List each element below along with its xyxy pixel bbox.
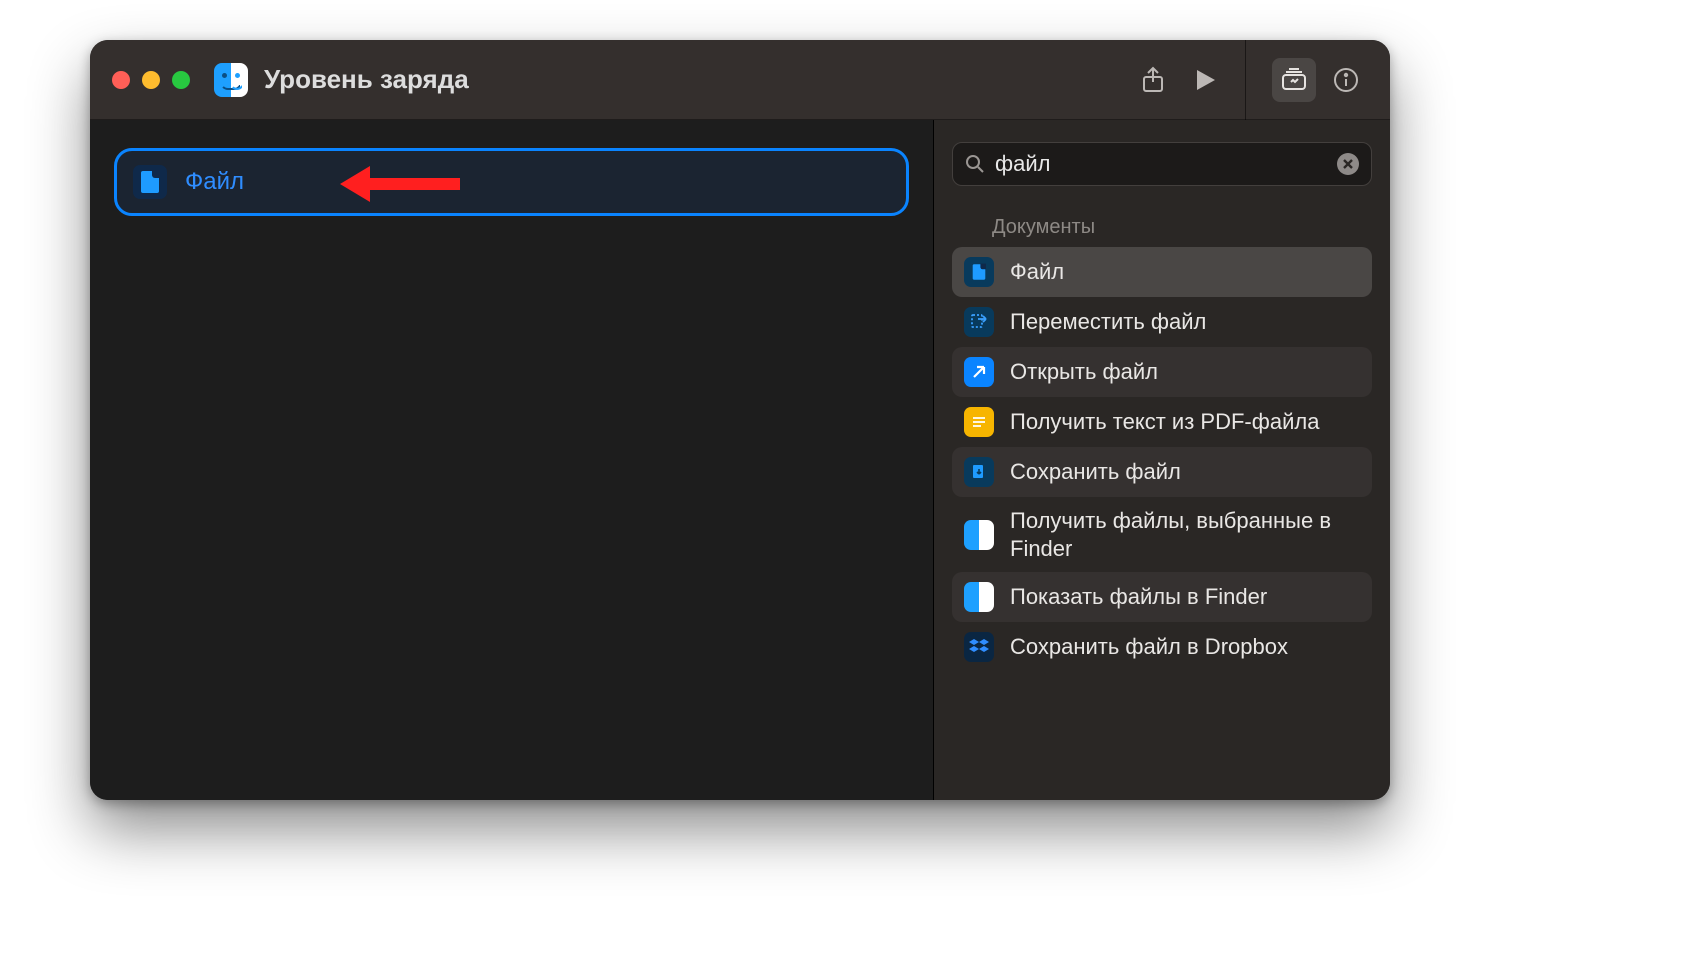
titlebar: Уровень заряда bbox=[90, 40, 1390, 120]
result-save-file[interactable]: Сохранить файл bbox=[952, 447, 1372, 497]
dropbox-icon bbox=[964, 632, 994, 662]
finder-app-icon bbox=[214, 63, 248, 97]
search-results: Файл Переместить файл Открыть файл bbox=[952, 247, 1372, 672]
library-toggle-button[interactable] bbox=[1272, 58, 1316, 102]
result-file[interactable]: Файл bbox=[952, 247, 1372, 297]
automator-window: Уровень заряда Файл bbox=[90, 40, 1390, 800]
result-show-in-finder[interactable]: Показать файлы в Finder bbox=[952, 572, 1372, 622]
workflow-action-file[interactable]: Файл bbox=[114, 148, 909, 216]
clear-search-button[interactable] bbox=[1337, 153, 1359, 175]
open-file-icon bbox=[964, 357, 994, 387]
search-icon bbox=[965, 154, 985, 174]
pdf-text-icon bbox=[964, 407, 994, 437]
result-save-to-dropbox[interactable]: Сохранить файл в Dropbox bbox=[952, 622, 1372, 672]
close-window-button[interactable] bbox=[112, 71, 130, 89]
window-controls bbox=[112, 71, 190, 89]
result-get-finder-files[interactable]: Получить файлы, выбранные в Finder bbox=[952, 497, 1372, 572]
save-file-icon bbox=[964, 457, 994, 487]
workflow-action-label: Файл bbox=[185, 168, 244, 196]
annotation-arrow bbox=[340, 166, 460, 202]
window-title: Уровень заряда bbox=[264, 64, 469, 95]
zoom-window-button[interactable] bbox=[172, 71, 190, 89]
file-icon bbox=[133, 165, 167, 199]
result-open-file[interactable]: Открыть файл bbox=[952, 347, 1372, 397]
result-move-file[interactable]: Переместить файл bbox=[952, 297, 1372, 347]
search-input[interactable] bbox=[995, 151, 1327, 177]
search-field[interactable] bbox=[952, 142, 1372, 186]
info-button[interactable] bbox=[1324, 58, 1368, 102]
finder-icon bbox=[964, 582, 994, 612]
share-button[interactable] bbox=[1131, 58, 1175, 102]
file-icon bbox=[964, 257, 994, 287]
minimize-window-button[interactable] bbox=[142, 71, 160, 89]
workflow-canvas[interactable]: Файл bbox=[90, 120, 934, 800]
run-button[interactable] bbox=[1183, 58, 1227, 102]
toolbar-divider bbox=[1245, 40, 1246, 120]
window-body: Файл Документы Файл bbox=[90, 120, 1390, 800]
move-file-icon bbox=[964, 307, 994, 337]
result-get-pdf-text[interactable]: Получить текст из PDF-файла bbox=[952, 397, 1372, 447]
section-header: Документы bbox=[992, 216, 1372, 239]
actions-sidebar: Документы Файл Переместить файл Откр bbox=[934, 120, 1390, 800]
finder-icon bbox=[964, 520, 994, 550]
